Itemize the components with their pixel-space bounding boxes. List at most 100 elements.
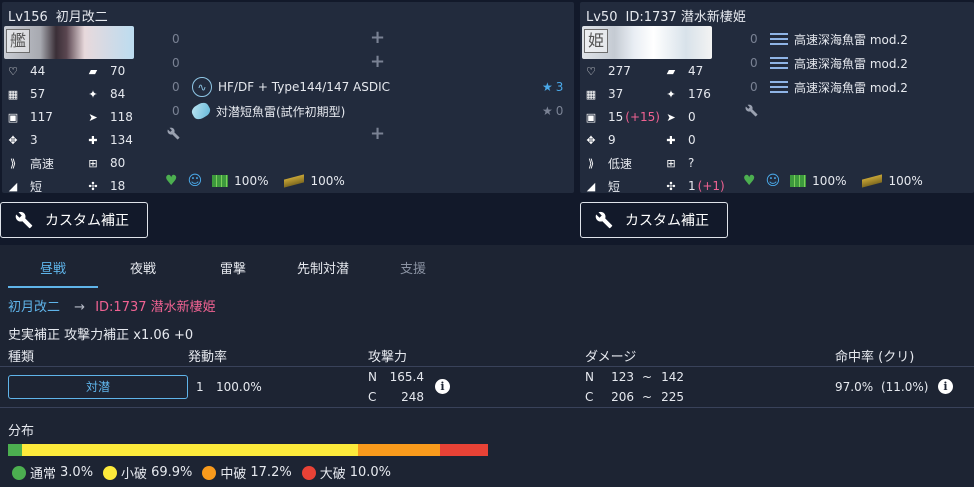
- stat-asw: ✚ 134: [86, 131, 133, 149]
- extra-slot-wrench-icon[interactable]: [167, 127, 180, 143]
- stat-value: 176: [688, 87, 711, 101]
- hit-rate: 97.0% (11.0%): [835, 380, 928, 394]
- legend-item: 小破 69.9%: [103, 463, 192, 482]
- legend-value: 69.9%: [151, 465, 193, 480]
- custom-correction-button-defender[interactable]: カスタム補正: [580, 202, 728, 238]
- legend-value: 17.2%: [250, 465, 292, 480]
- morale-heart-icon: ♥: [743, 173, 756, 189]
- defender-link[interactable]: ID:1737 潜水新棲姫: [95, 300, 215, 315]
- range-icon: ◢: [8, 179, 18, 193]
- fuel-icon: [790, 175, 807, 187]
- star-count: 3: [555, 80, 564, 94]
- tab-night-battle[interactable]: 夜戦: [98, 258, 188, 288]
- row-divider: [0, 407, 974, 408]
- defender-condition: ♥ ☺ 100% 100%: [743, 173, 923, 189]
- fuel-value: 100%: [812, 174, 847, 188]
- stat-evasion: ▦ 57: [6, 85, 45, 103]
- wrench-icon: [15, 211, 33, 229]
- stat-speed: ⟫ 高速: [6, 154, 54, 172]
- tab-torpedo[interactable]: 雷撃: [188, 258, 278, 288]
- col-header-power: 攻撃力: [368, 350, 408, 365]
- tab-opening-asw[interactable]: 先制対潜: [278, 258, 368, 288]
- stat-hp: ♡ 277: [584, 62, 631, 80]
- battle-phase-tabs: 昼戦 夜戦 雷撃 先制対潜 支援: [0, 258, 974, 288]
- attacker-link[interactable]: 初月改二: [8, 300, 60, 315]
- stat-value: 短: [608, 179, 621, 194]
- defender-ship-card[interactable]: Lv50 ID:1737 潜水新棲姫 姫 ♡ 277 ▰ 47 ▦ 37 ✦ 176 ▣ 15 (+1…: [580, 2, 974, 194]
- tilde: ~: [642, 390, 653, 404]
- attacker-portrait[interactable]: 艦: [4, 26, 134, 59]
- legend-item: 中破 17.2%: [202, 463, 292, 482]
- legend-item: 通常 3.0%: [12, 463, 93, 482]
- damage-crit-max: 225: [661, 390, 684, 404]
- legend-dot-icon: [301, 465, 316, 480]
- header-divider: [0, 366, 974, 367]
- ammo-icon: [862, 174, 883, 188]
- sonar-icon: ∿: [192, 77, 212, 97]
- attack-type-button[interactable]: 対潜: [8, 375, 188, 399]
- stat-value: ?: [688, 156, 695, 170]
- tab-day-battle[interactable]: 昼戦: [8, 258, 98, 288]
- stat-firepower: ▣ 117: [6, 108, 53, 126]
- equipment-slot[interactable]: 0: [172, 28, 192, 50]
- stat-hp: ♡ 44: [6, 62, 45, 80]
- aa-icon: ✦: [666, 87, 676, 101]
- col-header-damage: ダメージ: [585, 350, 637, 365]
- power-info-icon[interactable]: i: [435, 379, 450, 394]
- legend-dot-icon: [12, 465, 26, 480]
- fuel-value: 100%: [234, 174, 269, 188]
- add-extra-slot-icon[interactable]: +: [370, 123, 385, 144]
- slot-count: 0: [750, 32, 758, 46]
- slot-count: 0: [172, 104, 180, 118]
- defender-portrait[interactable]: 姫: [582, 26, 712, 59]
- extra-slot-wrench-icon[interactable]: [745, 104, 758, 120]
- equipment-name: 高速深海魚雷 mod.2: [794, 80, 908, 95]
- range-icon: ◢: [586, 179, 596, 193]
- stat-value: 高速: [30, 156, 55, 171]
- stat-aa: ✦ 84: [86, 85, 125, 103]
- equipment-slot[interactable]: 0 ∿ HF/DF + Type144/147 ASDIC: [172, 76, 390, 98]
- equipment-slot[interactable]: 0 高速深海魚雷 mod.2: [750, 76, 908, 98]
- accuracy-icon: ✥: [8, 133, 18, 147]
- equipment-slot[interactable]: 0: [172, 52, 192, 74]
- defender-title: Lv50 ID:1737 潜水新棲姫: [586, 6, 754, 25]
- stat-value: 47: [688, 64, 704, 78]
- attacker-title: Lv156 初月改二: [8, 6, 116, 25]
- custom-correction-button-attacker[interactable]: カスタム補正: [0, 202, 148, 238]
- slot-count: 0: [172, 32, 180, 46]
- power-normal-label: N: [368, 370, 377, 384]
- equipment-slot[interactable]: 0 高速深海魚雷 mod.2: [750, 52, 908, 74]
- equipment-slot[interactable]: 0 高速深海魚雷 mod.2: [750, 28, 908, 50]
- stat-value: 70: [110, 64, 126, 78]
- firepower-icon: ▣: [585, 110, 597, 124]
- evasion-icon: ▦: [7, 87, 19, 101]
- add-equipment-icon[interactable]: +: [370, 27, 385, 48]
- stat-armor: ▰ 47: [664, 62, 704, 80]
- evasion-icon: ▦: [585, 87, 597, 101]
- stat-range: ◢ 短: [6, 177, 42, 195]
- stat-luck: ✣ 18: [86, 177, 125, 195]
- damage-normal-label: N: [585, 370, 594, 384]
- fuel-icon: [212, 175, 229, 187]
- equipment-slot[interactable]: 0 対潜短魚雷(試作初期型): [172, 100, 345, 122]
- luck-icon: ✣: [88, 179, 98, 193]
- stat-value: 84: [110, 87, 126, 101]
- slot-count: 0: [750, 56, 758, 70]
- hit-info-icon[interactable]: i: [938, 379, 953, 394]
- distribution-segment: [357, 444, 441, 456]
- tab-support[interactable]: 支援: [368, 258, 458, 288]
- aa-icon: ✦: [88, 87, 98, 101]
- add-equipment-icon[interactable]: +: [370, 51, 385, 72]
- smile-icon: ☺: [765, 173, 781, 189]
- legend-label: 大破: [319, 467, 346, 482]
- stat-value: 3: [30, 133, 38, 147]
- stat-value: 15: [608, 110, 624, 124]
- hit-count: 1: [196, 380, 204, 394]
- armor-icon: ▰: [88, 64, 98, 78]
- stat-value: 117: [30, 110, 53, 124]
- legend-label: 通常: [30, 467, 57, 482]
- los-icon: ⊞: [666, 156, 676, 170]
- attacker-ship-card[interactable]: Lv156 初月改二 艦 ♡ 44 ▰ 70 ▦ 57 ✦ 84 ▣ 117 ➤ 118 ✥ 3 ✚ 134 ⟫ 高…: [2, 2, 574, 195]
- ship-type-badge: 艦: [6, 29, 30, 53]
- activation-rate: 100.0%: [216, 380, 262, 394]
